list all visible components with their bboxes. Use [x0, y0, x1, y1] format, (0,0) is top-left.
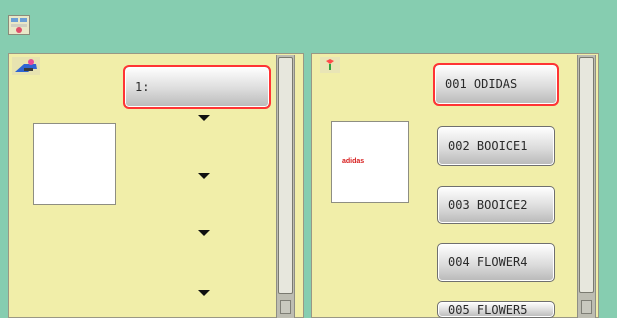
machine-icon: [12, 57, 40, 75]
selector-button[interactable]: 1:: [123, 65, 271, 109]
left-thumbnail: [33, 123, 116, 205]
left-scroll-down-button[interactable]: [280, 300, 291, 314]
pattern-preview: adidas: [331, 121, 409, 203]
pattern-item-001[interactable]: 001 ODIDAS: [433, 63, 559, 106]
right-scroll-down-button[interactable]: [581, 300, 592, 314]
pattern-item-002[interactable]: 002 BOOICE1: [437, 126, 555, 166]
chevron-down-icon: [198, 115, 210, 121]
chevron-down-icon: [198, 290, 210, 296]
pattern-item-005[interactable]: 005 FLOWER5: [437, 301, 555, 318]
pattern-item-003[interactable]: 003 BOOICE2: [437, 186, 555, 224]
chevron-down-icon: [198, 230, 210, 236]
chevron-down-icon: [198, 173, 210, 179]
pattern-type-icon: [320, 57, 340, 73]
right-scroll-thumb[interactable]: [579, 57, 594, 293]
left-scroll-thumb[interactable]: [278, 57, 293, 294]
pattern-item-004[interactable]: 004 FLOWER4: [437, 243, 555, 282]
top-toolbar: [0, 0, 617, 50]
preview-text: adidas: [342, 158, 365, 165]
menu-icon[interactable]: [8, 15, 30, 35]
